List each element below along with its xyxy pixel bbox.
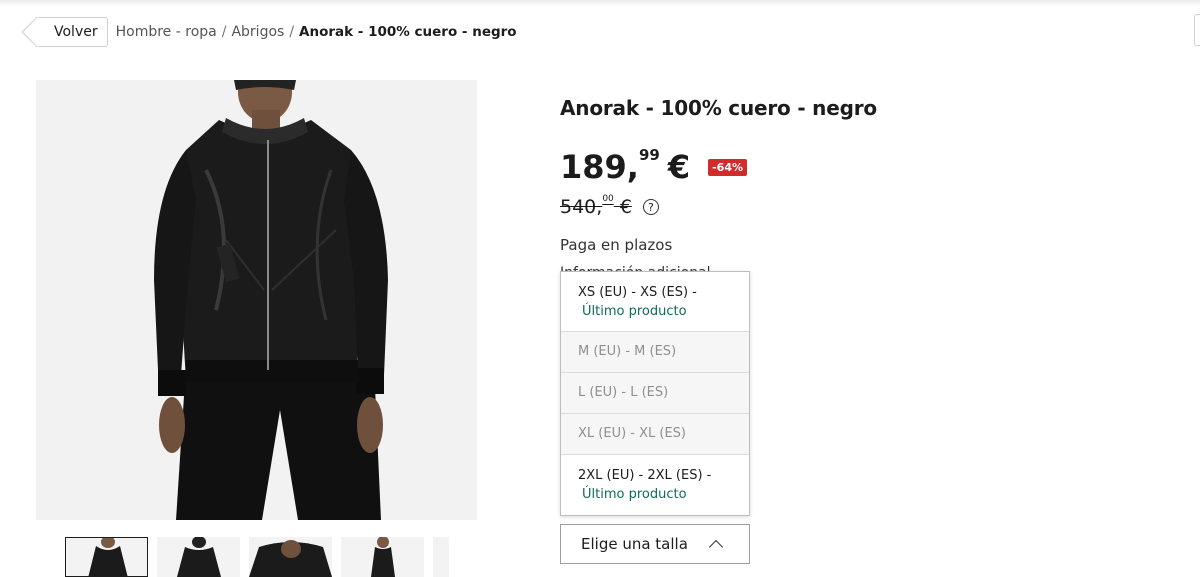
thumbnail-image: [66, 538, 147, 576]
old-price-block: 540,00 € ?: [560, 194, 659, 218]
price-block: 189,99 € -64%: [560, 146, 747, 186]
back-button-label: Volver: [54, 24, 98, 40]
jacket-photo: [36, 80, 477, 520]
thumbnail-detail[interactable]: [249, 537, 332, 577]
size-option-label: M (EU) - M (ES): [578, 344, 677, 359]
thumbnail-strip: [65, 537, 449, 577]
discount-badge: -64%: [708, 159, 747, 176]
original-price: 540,00 €: [560, 194, 632, 218]
size-option-l[interactable]: L (EU) - L (ES): [561, 373, 749, 414]
size-option-status: Último producto: [582, 487, 687, 502]
price-currency: €: [667, 148, 691, 186]
size-option-label: L (EU) - L (ES): [578, 385, 669, 400]
product-title: Anorak - 100% cuero - negro: [560, 96, 877, 120]
thumbnail-image: [157, 537, 240, 577]
size-option-xs[interactable]: XS (EU) - XS (ES) - Último producto: [561, 272, 749, 332]
size-option-xl[interactable]: XL (EU) - XL (ES): [561, 414, 749, 455]
thumbnail-front[interactable]: [65, 537, 148, 577]
size-option-status: Último producto: [582, 304, 687, 319]
chevron-up-icon: [708, 539, 724, 555]
breadcrumb-current: Anorak - 100% cuero - negro: [299, 24, 517, 40]
size-option-2xl[interactable]: 2XL (EU) - 2XL (ES) - Último producto: [561, 455, 749, 515]
size-option-label: 2XL (EU) - 2XL (ES) -: [578, 468, 712, 483]
size-select-label: Elige una talla: [581, 535, 688, 553]
back-button[interactable]: Volver: [36, 17, 108, 47]
thumbnail-image: [341, 537, 424, 577]
size-option-label: XS (EU) - XS (ES) -: [578, 285, 697, 300]
price-cents: 99: [638, 146, 660, 164]
breadcrumb-trail: Hombre - ropa / Abrigos / Anorak - 100% …: [108, 24, 517, 40]
size-option-label: XL (EU) - XL (ES): [578, 426, 686, 441]
thumbnail-more[interactable]: [433, 537, 449, 577]
breadcrumb: Volver Hombre - ropa / Abrigos / Anorak …: [36, 17, 517, 47]
thumbnail-image: [249, 537, 332, 577]
size-select[interactable]: Elige una talla: [560, 524, 750, 564]
thumbnail-side[interactable]: [341, 537, 424, 577]
size-options-list: XS (EU) - XS (ES) - Último producto M (E…: [560, 271, 750, 516]
breadcrumb-separator: /: [221, 24, 227, 40]
breadcrumb-link-coats[interactable]: Abrigos: [231, 24, 284, 40]
header-shadow: [0, 0, 1200, 6]
old-price-currency: €: [619, 196, 632, 218]
old-price-integer: 540,: [560, 196, 603, 218]
question-icon[interactable]: ?: [642, 199, 659, 215]
thumbnail-back[interactable]: [157, 537, 240, 577]
installments-link[interactable]: Paga en plazos: [560, 236, 672, 254]
current-price: 189,99 €: [560, 146, 691, 186]
size-option-m[interactable]: M (EU) - M (ES): [561, 332, 749, 373]
breadcrumb-separator: /: [289, 24, 295, 40]
old-price-cents: 00: [602, 194, 614, 204]
price-integer: 189,: [560, 148, 639, 186]
product-main-image[interactable]: [36, 80, 477, 520]
breadcrumb-link-men-clothing[interactable]: Hombre - ropa: [116, 24, 217, 40]
side-panel-toggle[interactable]: [1194, 14, 1200, 46]
